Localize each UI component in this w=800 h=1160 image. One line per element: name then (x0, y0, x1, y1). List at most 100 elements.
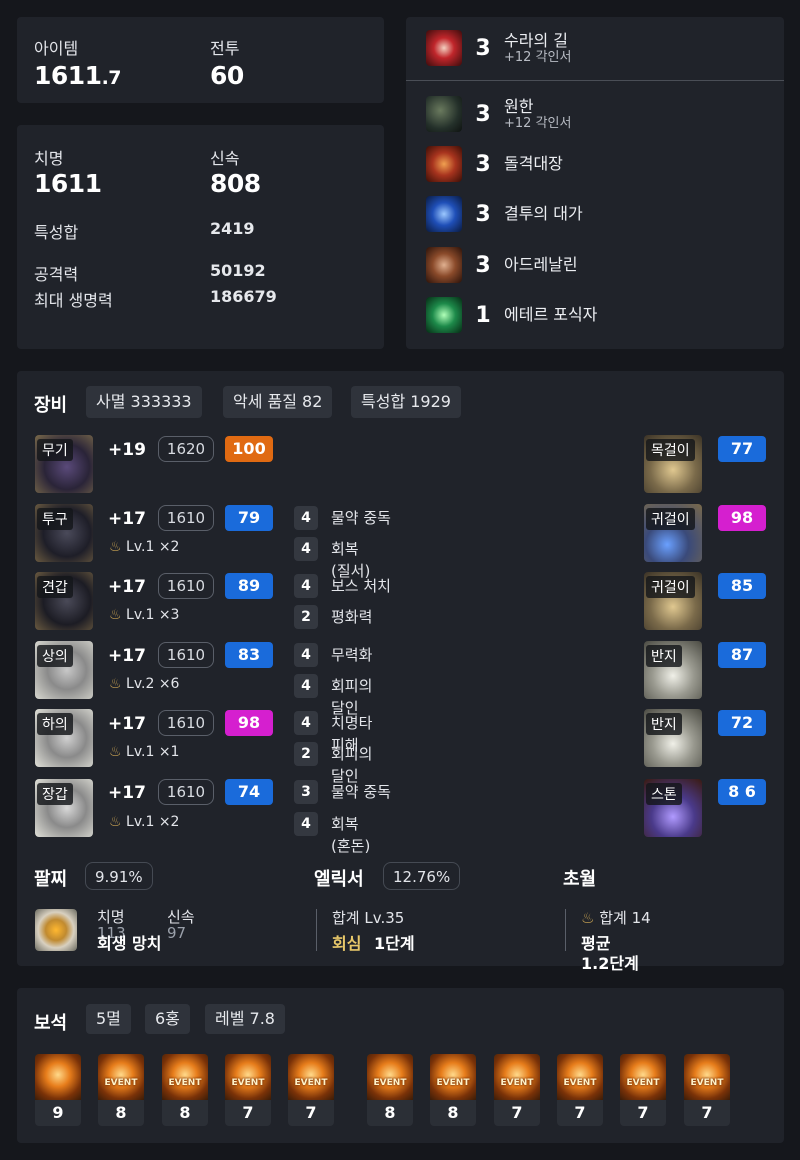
stats-panel: 치명 1611 신속 808 특성합 2419 공격력 50192 최대 생명력… (17, 125, 384, 349)
gem-item[interactable]: EVENT 7 (557, 1054, 603, 1126)
quality-badge: 89 (225, 573, 273, 599)
grudge-icon (426, 96, 462, 132)
gloves-slot[interactable]: 장갑 (35, 779, 93, 837)
gem-level: 7 (305, 1103, 317, 1122)
gem-item[interactable]: EVENT 7 (494, 1054, 540, 1126)
gem-crimson-icon (494, 1054, 540, 1100)
engraving-sub: +12 각인서 (504, 49, 572, 65)
item-level-value: 1611.7 (34, 61, 122, 90)
elixir-chip: 12.76% (383, 862, 461, 890)
engraving-row[interactable]: 3 수라의 길 +12 각인서 (426, 30, 572, 66)
ability-level: 4 (294, 574, 318, 598)
ability-name: 회피의 달인 (331, 677, 373, 717)
swift-value: 808 (210, 169, 261, 198)
refine-level: +17 (108, 714, 146, 734)
quality-badge: 85 (718, 573, 766, 599)
gem-item[interactable]: EVENT 8 (367, 1054, 413, 1126)
transcend-avg-value: 1.2단계 (581, 954, 639, 973)
necklace-slot[interactable]: 목걸이 (644, 435, 702, 493)
bracelet-effect: 회생 망치 (97, 934, 162, 953)
crit-value: 1611 (34, 169, 102, 198)
event-badge: EVENT (294, 1078, 328, 1088)
flame-icon: ♨ (581, 909, 595, 927)
engraving-level: 3 (475, 201, 491, 227)
engraving-name: 에테르 포식자 (504, 305, 598, 324)
elixir-divider (316, 909, 317, 951)
event-badge: EVENT (690, 1078, 724, 1088)
engraving-level: 3 (475, 101, 491, 127)
pants-slot[interactable]: 하의 (35, 709, 93, 767)
engraving-row[interactable]: 3 원한 +12 각인서 (426, 96, 571, 132)
transcend-title: 초월 (563, 869, 597, 890)
quality-badge: 79 (225, 505, 273, 531)
gem-item[interactable]: EVENT 7 (288, 1054, 334, 1126)
ring-slot[interactable]: 반지 (644, 641, 702, 699)
engraving-level: 3 (475, 151, 491, 177)
slot-label: 반지 (646, 645, 682, 667)
item-level-chip: 1610 (158, 573, 214, 599)
flame-icon: ♨ (109, 676, 122, 692)
bracelet-slot[interactable] (35, 909, 77, 951)
weapon-slot[interactable]: 무기 (35, 435, 93, 493)
shoulder-slot[interactable]: 견갑 (35, 572, 93, 630)
combat-level-label: 전투 (210, 39, 240, 58)
gem-item[interactable]: EVENT 8 (162, 1054, 208, 1126)
chest-slot[interactable]: 상의 (35, 641, 93, 699)
ability-level: 3 (294, 780, 318, 804)
stat-total-value: 2419 (210, 219, 255, 238)
swift-label: 신속 (210, 149, 240, 168)
gem-item[interactable]: EVENT 7 (225, 1054, 271, 1126)
gem-crimson-icon (557, 1054, 603, 1100)
ability-name: 치명타 피해 (331, 714, 373, 754)
stone-slot[interactable]: 스톤 (644, 779, 702, 837)
ability-level: 4 (294, 643, 318, 667)
gem-item[interactable]: EVENT 8 (430, 1054, 476, 1126)
item-level-decimal: .7 (101, 67, 122, 89)
gem-item[interactable]: 9 (35, 1054, 81, 1126)
transcend-info: ♨ Lv.1 ×1 (109, 744, 179, 760)
gems-title: 보석 (34, 1013, 68, 1034)
helmet-slot[interactable]: 투구 (35, 504, 93, 562)
flame-icon: ♨ (109, 744, 122, 760)
engraving-row[interactable]: 3 돌격대장 (426, 146, 563, 182)
ability-name: 회복 (혼돈) (331, 815, 371, 855)
bracelet-title: 팔찌 (34, 869, 68, 890)
gem-level: 7 (511, 1103, 523, 1122)
ability-name: 회복 (질서) (331, 540, 371, 580)
gem-item[interactable]: EVENT 7 (684, 1054, 730, 1126)
slot-label: 하의 (37, 713, 73, 735)
engraving-level: 1 (475, 302, 491, 328)
engraving-row[interactable]: 3 아드레날린 (426, 247, 578, 283)
event-badge: EVENT (563, 1078, 597, 1088)
engraving-row[interactable]: 3 결투의 대가 (426, 196, 583, 232)
ability-name: 물약 중독 (331, 509, 391, 527)
ability-level: 2 (294, 605, 318, 629)
elixir-title: 엘릭서 (314, 869, 364, 890)
ether-predator-icon (426, 297, 462, 333)
flame-icon: ♨ (109, 814, 122, 830)
earring-slot[interactable]: 귀걸이 (644, 504, 702, 562)
ring-slot[interactable]: 반지 (644, 709, 702, 767)
engraving-row[interactable]: 1 에테르 포식자 (426, 297, 598, 333)
crit-label: 치명 (34, 149, 64, 168)
transcend-info: ♨ Lv.1 ×2 (109, 814, 179, 830)
earring-slot[interactable]: 귀걸이 (644, 572, 702, 630)
item-level-label: 아이템 (34, 39, 79, 58)
gem-item[interactable]: EVENT 7 (620, 1054, 666, 1126)
quality-badge: 98 (718, 505, 766, 531)
slot-label: 무기 (37, 439, 73, 461)
gem-level: 8 (115, 1103, 127, 1122)
attack-value: 50192 (210, 261, 266, 280)
gem-level: 7 (574, 1103, 586, 1122)
gem-level: 8 (384, 1103, 396, 1122)
gem-item[interactable]: EVENT 8 (98, 1054, 144, 1126)
ability-level: 4 (294, 711, 318, 735)
refine-level: +17 (108, 577, 146, 597)
refine-level: +17 (108, 783, 146, 803)
ability-name: 평화력 (331, 608, 373, 626)
gem-crimson-icon (367, 1054, 413, 1100)
bracelet-chip: 9.91% (85, 862, 153, 890)
transcend-level: Lv.1 ×2 (126, 814, 180, 830)
attack-label: 공격력 (34, 265, 79, 284)
raid-captain-icon (426, 146, 462, 182)
